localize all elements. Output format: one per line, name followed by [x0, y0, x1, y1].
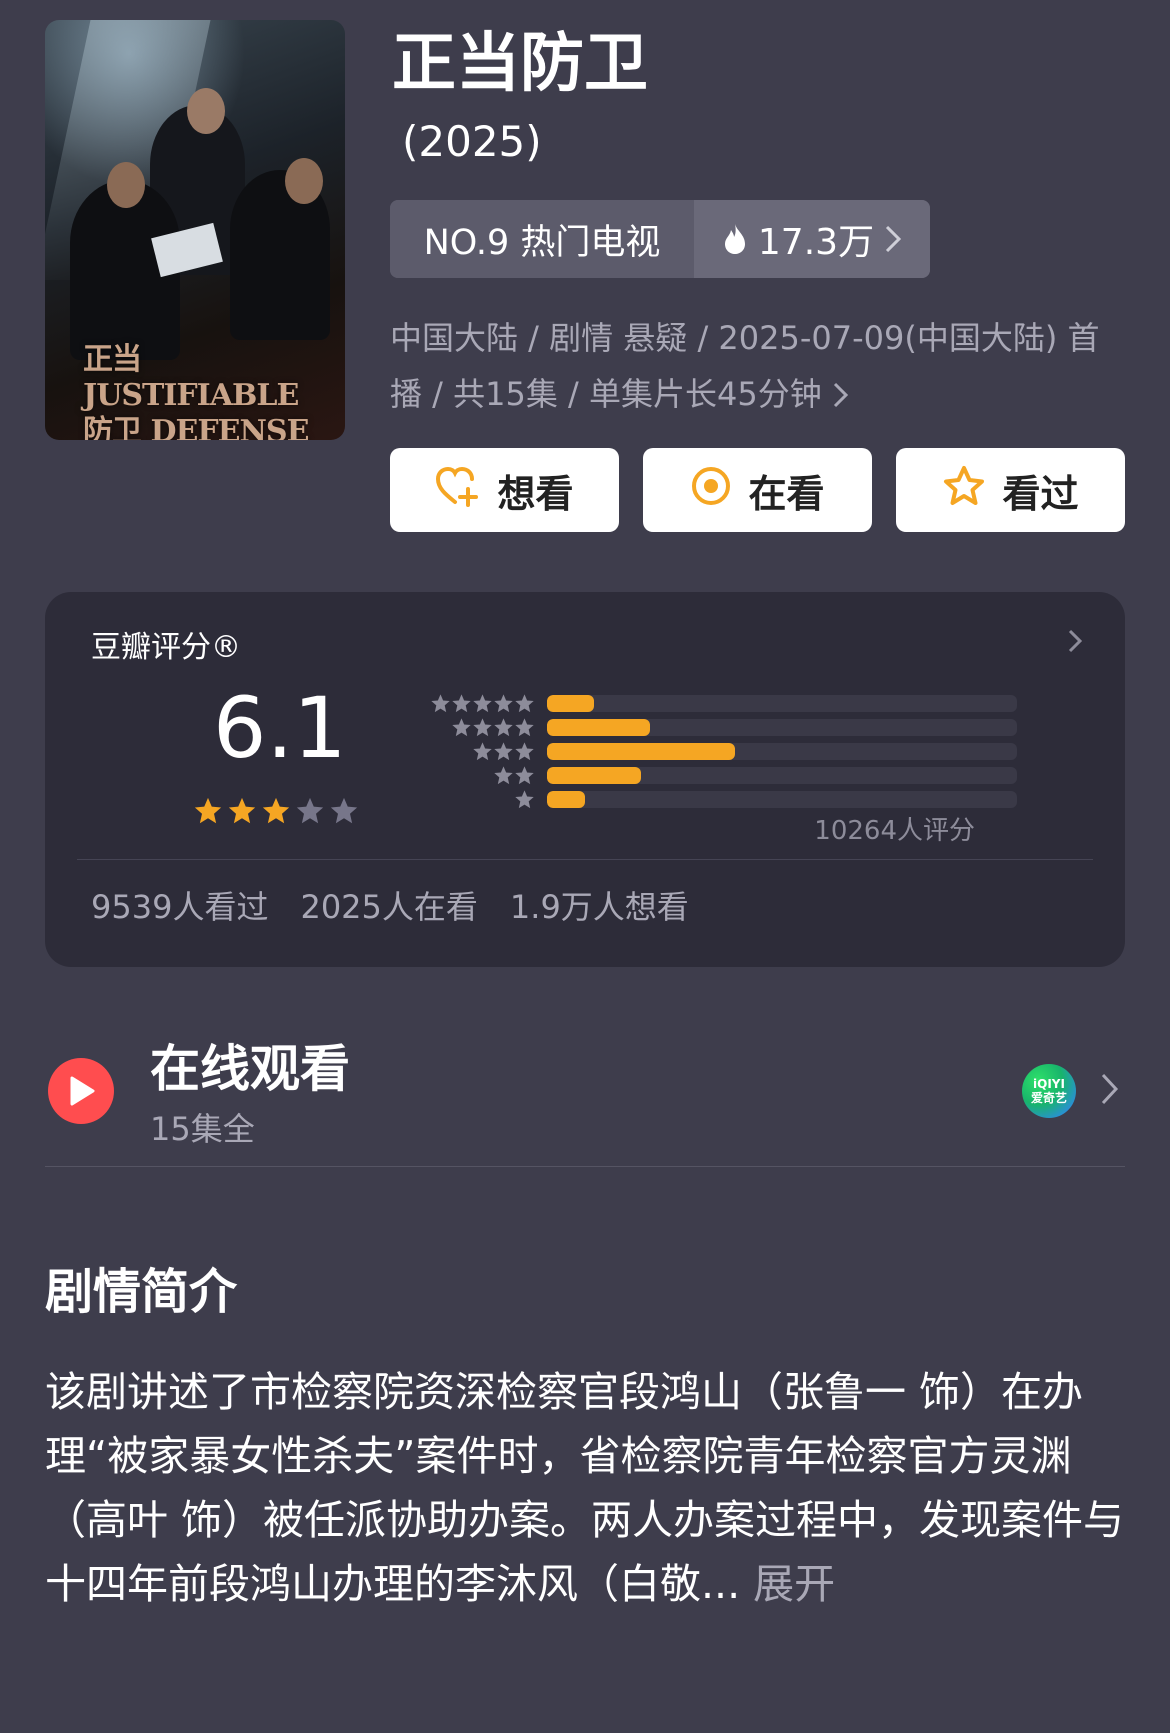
star-small-icon	[493, 693, 514, 718]
poster-figure-head	[187, 88, 225, 134]
star-small-icon	[472, 693, 493, 718]
rating-bar-track	[547, 743, 1017, 760]
star-filled-icon	[193, 796, 223, 830]
target-icon	[690, 465, 732, 516]
heat-value: 17.3万	[757, 222, 875, 263]
rating-bar-track	[547, 719, 1017, 736]
show-meta[interactable]: 中国大陆 / 剧情 悬疑 / 2025-07-09(中国大陆) 首播 / 共15…	[390, 310, 1120, 422]
poster-figure-head	[285, 158, 323, 204]
star-small-icon	[451, 717, 472, 742]
rating-distribution-row	[385, 764, 1017, 788]
star-small-icon	[493, 765, 514, 790]
iqiyi-logo[interactable]: iQIYI 爱奇艺	[1022, 1064, 1076, 1118]
rating-row-stars	[451, 717, 535, 742]
rating-stars	[193, 796, 359, 830]
star-empty-icon	[295, 796, 325, 830]
poster-title: 正当 JUSTIFIABLE 防卫 DEFENSE	[83, 342, 309, 440]
want-to-watch-button[interactable]: 想看	[390, 448, 619, 532]
star-small-icon	[472, 741, 493, 766]
movie-detail-page: 正当 JUSTIFIABLE 防卫 DEFENSE 正当防卫 (2025) NO…	[0, 0, 1170, 1733]
watched-label: 看过	[1002, 471, 1079, 516]
provider-logo-text: 爱奇艺	[1030, 1091, 1067, 1105]
rating-distribution-row	[385, 716, 1017, 740]
star-small-icon	[514, 741, 535, 766]
synopsis-title: 剧情简介	[45, 1264, 238, 1320]
play-icon[interactable]	[48, 1058, 114, 1124]
star-small-icon	[430, 693, 451, 718]
synopsis-text: 该剧讲述了市检察院资深检察官段鸿山（张鲁一 饰）在办理“被家暴女性杀夫”案件时，…	[45, 1360, 1135, 1616]
meta-text: 中国大陆 / 剧情 悬疑 / 2025-07-09(中国大陆) 首播 / 共15…	[390, 319, 1100, 413]
heat-count[interactable]: 17.3万	[694, 200, 930, 278]
rating-bar-fill	[547, 695, 594, 712]
star-filled-icon	[227, 796, 257, 830]
chevron-right-icon[interactable]	[1100, 1072, 1120, 1110]
heart-plus-icon	[435, 465, 481, 516]
show-year: (2025)	[402, 117, 542, 166]
chevron-right-icon	[884, 224, 902, 254]
star-small-icon	[514, 765, 535, 790]
rating-bar-fill	[547, 767, 641, 784]
poster-figure-head	[107, 162, 145, 208]
flame-icon	[722, 223, 748, 255]
rating-bar-fill	[547, 719, 651, 736]
rating-bar-track	[547, 767, 1017, 784]
expand-link[interactable]: 展开	[753, 1560, 835, 1608]
watch-stats[interactable]: 9539人看过 2025人在看 1.9万人想看	[91, 882, 689, 928]
watched-count: 9539人看过	[91, 888, 269, 926]
rank-badge[interactable]: NO.9 热门电视 17.3万	[390, 200, 930, 278]
want-to-watch-label: 想看	[497, 471, 574, 516]
star-empty-icon	[329, 796, 359, 830]
star-small-icon	[493, 717, 514, 742]
rating-row-stars	[493, 765, 535, 790]
rating-bar-track	[547, 695, 1017, 712]
watching-label: 在看	[748, 471, 825, 516]
star-filled-icon	[261, 796, 291, 830]
rating-distribution-row	[385, 692, 1017, 716]
online-watch-title[interactable]: 在线观看	[150, 1036, 350, 1102]
star-small-icon	[514, 693, 535, 718]
rating-count: 10264人评分	[814, 816, 975, 846]
rating-distribution-row	[385, 740, 1017, 764]
rating-bar-track	[547, 791, 1017, 808]
divider	[45, 1166, 1125, 1167]
star-small-icon	[514, 717, 535, 742]
poster-image[interactable]: 正当 JUSTIFIABLE 防卫 DEFENSE	[45, 20, 345, 440]
chevron-right-icon[interactable]	[1067, 628, 1083, 658]
rating-bar-fill	[547, 743, 735, 760]
rating-card[interactable]: 豆瓣评分® 6.1 10264人评分 9539人看过 2025人在看 1.9万人…	[45, 592, 1125, 967]
episode-count: 15集全	[150, 1110, 255, 1148]
rating-row-stars	[430, 693, 535, 718]
star-small-icon	[514, 789, 535, 814]
rank-label: NO.9 热门电视	[390, 200, 694, 278]
synopsis-body: 该剧讲述了市检察院资深检察官段鸿山（张鲁一 饰）在办理“被家暴女性杀夫”案件时，…	[45, 1368, 1125, 1608]
star-small-icon	[493, 741, 514, 766]
watched-button[interactable]: 看过	[896, 448, 1125, 532]
watching-button[interactable]: 在看	[643, 448, 872, 532]
want-count: 1.9万人想看	[509, 888, 689, 926]
rating-label: 豆瓣评分®	[91, 630, 241, 665]
rating-distribution	[385, 692, 1017, 812]
rating-row-stars	[472, 741, 535, 766]
divider	[77, 859, 1093, 860]
rating-bar-fill	[547, 791, 585, 808]
star-small-icon	[451, 693, 472, 718]
star-icon	[942, 465, 986, 516]
action-buttons: 想看 在看 看过	[390, 448, 1125, 532]
watching-count: 2025人在看	[300, 888, 478, 926]
chevron-right-icon	[832, 375, 850, 413]
rating-score: 6.1	[213, 679, 347, 777]
provider-logo-text: iQIYI	[1033, 1077, 1065, 1091]
rating-distribution-row	[385, 788, 1017, 812]
star-small-icon	[472, 717, 493, 742]
show-title: 正当防卫	[392, 27, 648, 101]
rating-row-stars	[514, 789, 535, 814]
